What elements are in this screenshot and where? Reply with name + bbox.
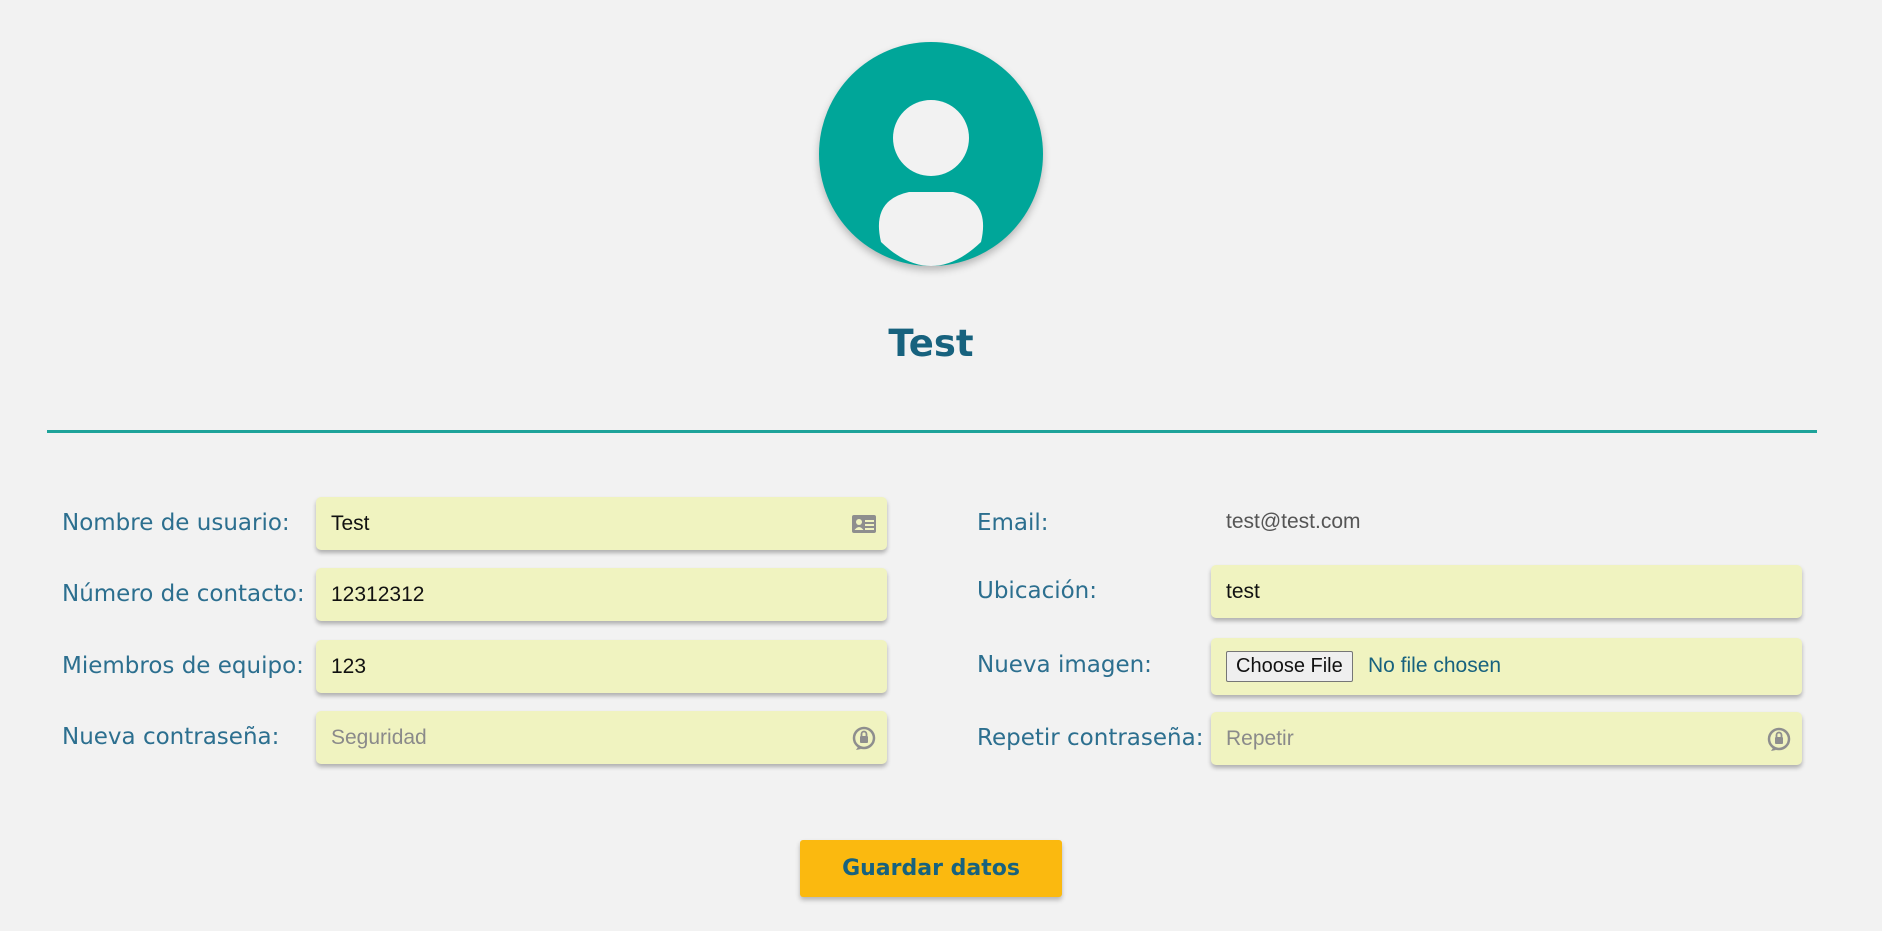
location-input[interactable] bbox=[1211, 565, 1802, 618]
new-password-input[interactable] bbox=[316, 711, 887, 764]
password-label: Nueva contraseña: bbox=[62, 724, 280, 750]
id-card-icon bbox=[851, 511, 877, 537]
file-status-text: No file chosen bbox=[1368, 654, 1502, 677]
email-label: Email: bbox=[977, 510, 1049, 536]
username-label: Nombre de usuario: bbox=[62, 510, 290, 536]
contact-label: Número de contacto: bbox=[62, 581, 305, 607]
contact-field-container bbox=[316, 568, 887, 621]
repeat-password-field-container bbox=[1211, 712, 1802, 765]
profile-name: Test bbox=[888, 322, 974, 365]
username-field-container bbox=[316, 497, 887, 550]
lock-icon bbox=[851, 725, 877, 751]
location-label: Ubicación: bbox=[977, 578, 1097, 604]
email-value: test@test.com bbox=[1226, 510, 1361, 533]
repeat-password-label: Repetir contraseña: bbox=[977, 725, 1204, 751]
location-field-container bbox=[1211, 565, 1802, 618]
username-input[interactable] bbox=[316, 497, 887, 550]
contact-input[interactable] bbox=[316, 568, 887, 621]
team-members-input[interactable] bbox=[316, 640, 887, 693]
team-field-container bbox=[316, 640, 887, 693]
image-label: Nueva imagen: bbox=[977, 652, 1152, 678]
save-button[interactable]: Guardar datos bbox=[800, 840, 1062, 897]
repeat-password-input[interactable] bbox=[1211, 712, 1802, 765]
user-avatar-icon bbox=[819, 42, 1043, 266]
choose-file-button[interactable]: Choose File bbox=[1226, 651, 1353, 682]
section-divider bbox=[47, 430, 1817, 433]
password-field-container bbox=[316, 711, 887, 764]
lock-icon bbox=[1766, 726, 1792, 752]
team-label: Miembros de equipo: bbox=[62, 653, 304, 679]
image-field-container: Choose File No file chosen bbox=[1211, 638, 1802, 695]
profile-page: Test Nombre de usuario: Número de contac… bbox=[0, 0, 1882, 931]
